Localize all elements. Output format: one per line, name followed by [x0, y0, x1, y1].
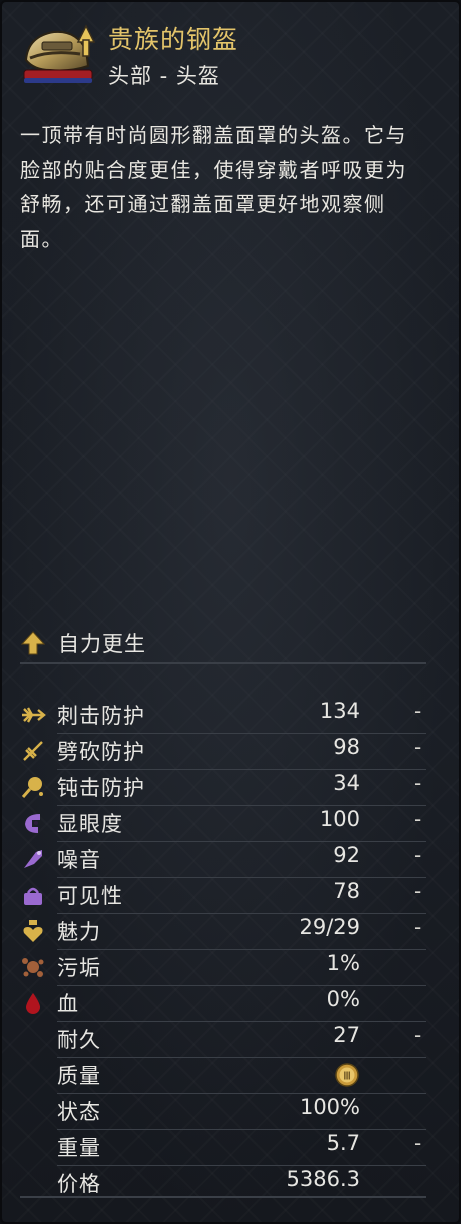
dirt-icon [20, 954, 46, 980]
stat-name: 状态 [57, 1100, 101, 1124]
stat-row-quality: 质量 Ⅲ [2, 1057, 461, 1094]
visibility-icon [20, 882, 46, 908]
stat-name: 魅力 [57, 920, 101, 944]
stat-row-visibility: 可见性 78 - [2, 877, 461, 914]
stat-compare: - [414, 735, 422, 759]
stat-name: 显眼度 [57, 812, 123, 836]
stat-name: 耐久 [57, 1028, 101, 1052]
stat-row-durability: 耐久 27 - [2, 1021, 461, 1058]
stat-compare: - [414, 699, 422, 723]
noise-icon [20, 846, 46, 872]
upgrade-arrow-icon [20, 630, 46, 656]
stat-compare: - [414, 1023, 422, 1047]
stat-compare: - [414, 1131, 422, 1155]
stat-name: 劈砍防护 [57, 740, 145, 764]
stat-row-dirt: 污垢 1% [2, 949, 461, 986]
stat-value: 34 [333, 771, 360, 795]
charisma-icon [20, 918, 46, 944]
stat-value: 29/29 [299, 915, 360, 939]
item-tooltip: 贵族的钢盔 头部 - 头盔 一顶带有时尚圆形翻盖面罩的头盔。它与脸部的贴合度更佳… [0, 0, 461, 1224]
stab-icon [20, 702, 46, 728]
stat-name: 可见性 [57, 884, 123, 908]
stat-row-blood: 血 0% [2, 985, 461, 1022]
stat-row-noise: 噪音 92 - [2, 841, 461, 878]
item-category: 头部 - 头盔 [108, 64, 220, 88]
stat-name: 重量 [57, 1136, 101, 1160]
stat-row-charisma: 魅力 29/29 - [2, 913, 461, 950]
stat-name: 质量 [57, 1064, 101, 1088]
stat-value: 1% [326, 951, 360, 975]
stat-value: 27 [333, 1023, 360, 1047]
svg-text:Ⅲ: Ⅲ [343, 1070, 351, 1083]
stat-row-conspicuous: 显眼度 100 - [2, 805, 461, 842]
effect-label: 自力更生 [58, 632, 146, 656]
stat-name: 血 [57, 992, 79, 1016]
conspicuous-icon [20, 810, 46, 836]
stat-value: 100% [299, 1095, 360, 1119]
stat-name: 噪音 [57, 848, 101, 872]
stat-value: 100 [319, 807, 360, 831]
blood-icon [20, 990, 46, 1016]
stat-row-slash: 劈砍防护 98 - [2, 733, 461, 770]
quality-tier-badge-icon: Ⅲ [334, 1062, 360, 1093]
stat-value: 5.7 [326, 1131, 360, 1155]
stat-row-blunt: 钝击防护 34 - [2, 769, 461, 806]
stat-compare: - [414, 807, 422, 831]
stat-value: 134 [319, 699, 360, 723]
effect-row: 自力更生 [20, 626, 440, 660]
stat-value: 78 [333, 879, 360, 903]
stat-name: 价格 [57, 1172, 101, 1196]
stat-value: 5386.3 [286, 1167, 360, 1191]
stat-row-condition: 状态 100% [2, 1093, 461, 1130]
stat-value: 98 [333, 735, 360, 759]
stat-compare: - [414, 879, 422, 903]
divider [20, 662, 426, 664]
slash-icon [20, 738, 46, 764]
stat-compare: - [414, 771, 422, 795]
item-description: 一顶带有时尚圆形翻盖面罩的头盔。它与脸部的贴合度更佳，使得穿戴者呼吸更为舒畅，还… [20, 123, 407, 251]
stat-name: 钝击防护 [57, 776, 145, 800]
noble-steel-helmet-icon [20, 20, 96, 90]
stat-value: 0% [326, 987, 360, 1011]
stat-compare: - [414, 915, 422, 939]
item-name: 贵族的钢盔 [108, 25, 239, 54]
stat-value: 92 [333, 843, 360, 867]
stat-row-stab: 刺击防护 134 - [2, 697, 461, 734]
stat-row-weight: 重量 5.7 - [2, 1129, 461, 1166]
stat-row-price: 价格 5386.3 [2, 1165, 461, 1201]
stat-name: 刺击防护 [57, 704, 145, 728]
blunt-icon [20, 774, 46, 800]
stat-compare: - [414, 843, 422, 867]
stat-name: 污垢 [57, 956, 101, 980]
